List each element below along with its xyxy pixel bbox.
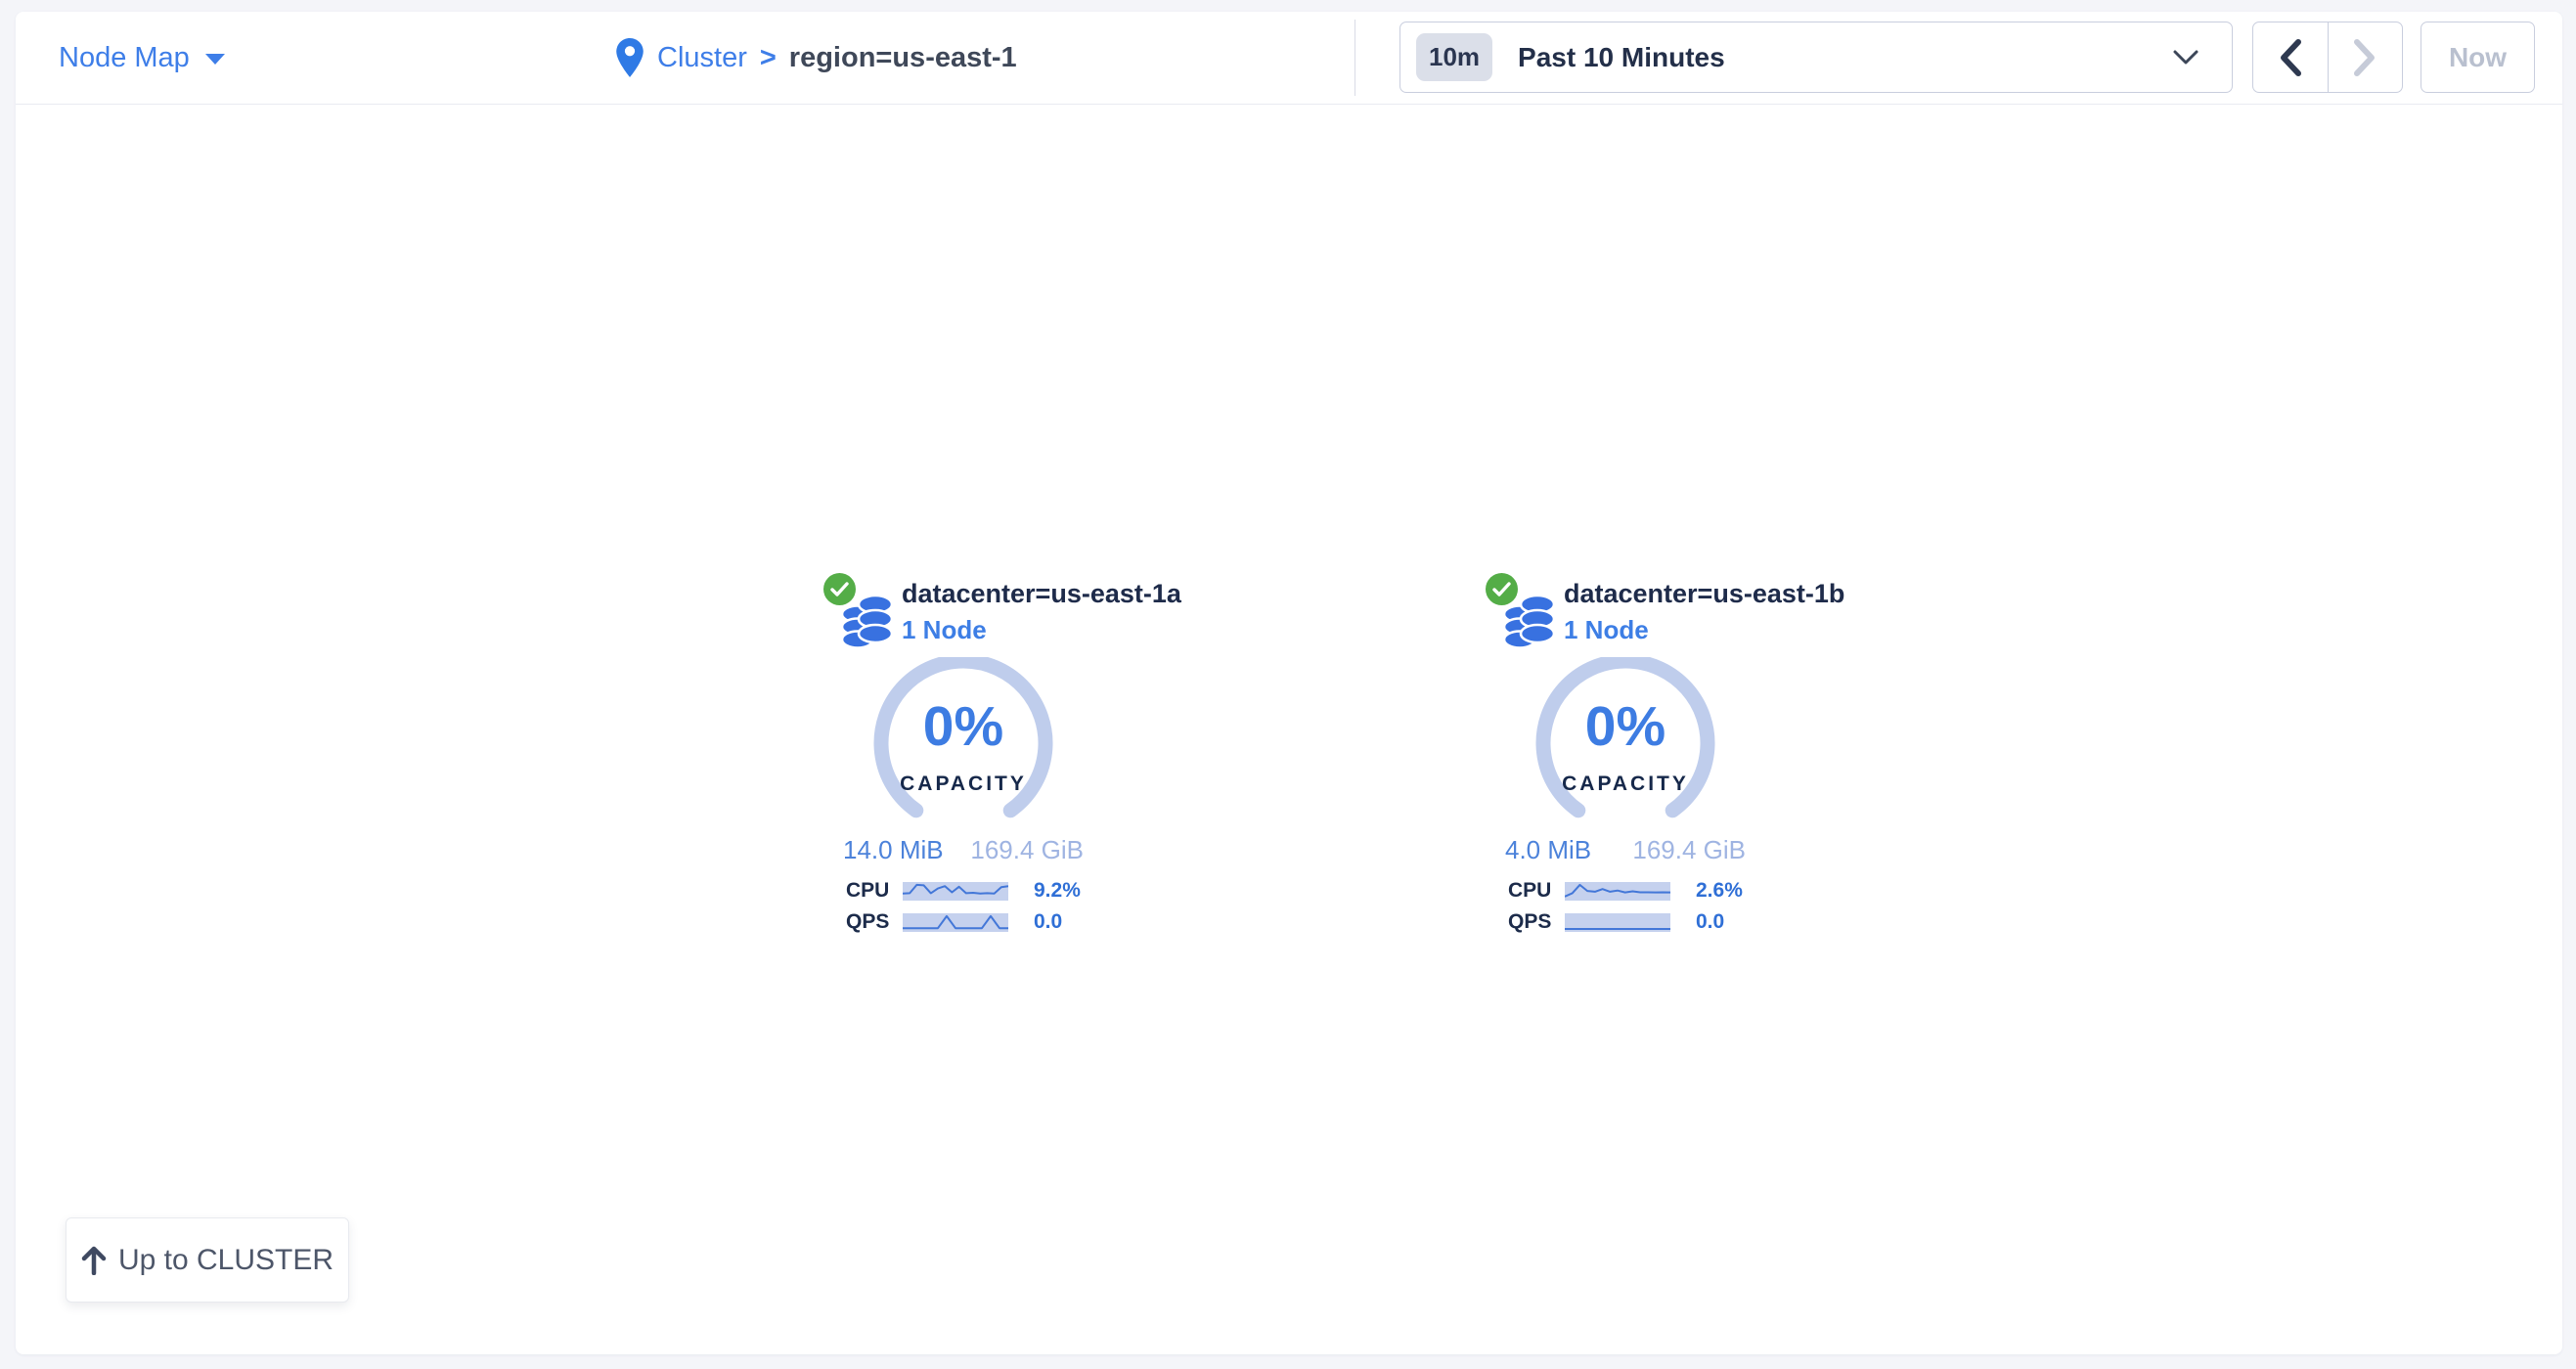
capacity-range: 14.0 MiB 169.4 GiB xyxy=(843,835,1084,865)
arrow-up-icon xyxy=(81,1246,107,1275)
metric-row-cpu: CPU 2.6% xyxy=(1508,881,1743,901)
metric-value: 9.2% xyxy=(1034,879,1081,903)
metric-value: 0.0 xyxy=(1034,910,1062,934)
chevron-down-icon xyxy=(2173,50,2198,70)
time-next-button-disabled[interactable] xyxy=(2329,22,2403,92)
view-selector-label: Node Map xyxy=(59,42,190,74)
chevron-left-icon xyxy=(2278,38,2303,77)
node-map-panel: Node Map Cluster > region=us-east-1 10m … xyxy=(16,12,2562,1354)
time-window-dropdown[interactable]: 10m Past 10 Minutes xyxy=(1399,22,2233,93)
breadcrumb-cluster-link[interactable]: Cluster xyxy=(657,42,747,74)
capacity-label: CAPACITY xyxy=(1528,773,1723,796)
qps-sparkline xyxy=(903,913,1008,932)
time-nav-arrows xyxy=(2252,22,2403,93)
metric-label: QPS xyxy=(1508,910,1565,934)
metric-row-qps: QPS 0.0 xyxy=(1508,912,1743,932)
breadcrumb: Cluster > region=us-east-1 xyxy=(615,12,1017,104)
capacity-percent: 0% xyxy=(866,694,1061,759)
time-window-label: Past 10 Minutes xyxy=(1518,42,1725,73)
locality-card-us-east-1a[interactable]: datacenter=us-east-1a 1 Node 0% CAPACITY… xyxy=(823,573,1103,944)
locality-header: datacenter=us-east-1b 1 Node xyxy=(1486,573,1765,651)
metric-label: CPU xyxy=(846,879,903,903)
capacity-total: 169.4 GiB xyxy=(1632,835,1746,865)
breadcrumb-separator: > xyxy=(760,42,777,74)
metric-value: 2.6% xyxy=(1696,879,1743,903)
header-bar: Node Map Cluster > region=us-east-1 10m … xyxy=(16,12,2562,105)
locality-metrics: CPU 9.2% QPS 0.0 xyxy=(846,881,1081,932)
capacity-label: CAPACITY xyxy=(866,773,1061,796)
locality-title: datacenter=us-east-1b xyxy=(1564,579,1844,609)
capacity-percent: 0% xyxy=(1528,694,1723,759)
locality-titles: datacenter=us-east-1a 1 Node xyxy=(902,573,1181,645)
capacity-used: 4.0 MiB xyxy=(1505,835,1591,865)
locality-card-us-east-1b[interactable]: datacenter=us-east-1b 1 Node 0% CAPACITY… xyxy=(1486,573,1765,944)
healthy-check-icon xyxy=(1486,573,1518,605)
time-window-badge: 10m xyxy=(1416,33,1492,81)
metric-row-qps: QPS 0.0 xyxy=(846,912,1081,932)
cpu-sparkline xyxy=(1565,882,1670,901)
locality-node-count[interactable]: 1 Node xyxy=(1564,615,1844,645)
metric-value: 0.0 xyxy=(1696,910,1724,934)
healthy-check-icon xyxy=(823,573,856,605)
locality-icon-cluster xyxy=(823,573,900,651)
qps-sparkline xyxy=(1565,913,1670,932)
caret-down-icon xyxy=(205,54,225,65)
up-to-cluster-button[interactable]: Up to CLUSTER xyxy=(66,1217,349,1303)
up-to-cluster-label: Up to CLUSTER xyxy=(118,1244,333,1277)
map-pin-icon xyxy=(615,38,644,77)
locality-titles: datacenter=us-east-1b 1 Node xyxy=(1564,573,1844,645)
view-selector-dropdown[interactable]: Node Map xyxy=(59,12,225,104)
capacity-total: 169.4 GiB xyxy=(970,835,1084,865)
now-button[interactable]: Now xyxy=(2421,22,2535,93)
locality-header: datacenter=us-east-1a 1 Node xyxy=(823,573,1103,651)
capacity-gauge: 0% CAPACITY xyxy=(1528,657,1723,829)
locality-title: datacenter=us-east-1a xyxy=(902,579,1181,609)
metric-label: CPU xyxy=(1508,879,1565,903)
capacity-used: 14.0 MiB xyxy=(843,835,944,865)
locality-node-count[interactable]: 1 Node xyxy=(902,615,1181,645)
time-prev-button[interactable] xyxy=(2253,22,2329,92)
metric-row-cpu: CPU 9.2% xyxy=(846,881,1081,901)
locality-metrics: CPU 2.6% QPS 0.0 xyxy=(1508,881,1743,932)
capacity-range: 4.0 MiB 169.4 GiB xyxy=(1505,835,1746,865)
locality-icon-cluster xyxy=(1486,573,1562,651)
breadcrumb-current: region=us-east-1 xyxy=(789,42,1017,74)
capacity-gauge: 0% CAPACITY xyxy=(866,657,1061,829)
cpu-sparkline xyxy=(903,882,1008,901)
chevron-right-icon xyxy=(2352,38,2377,77)
metric-label: QPS xyxy=(846,910,903,934)
